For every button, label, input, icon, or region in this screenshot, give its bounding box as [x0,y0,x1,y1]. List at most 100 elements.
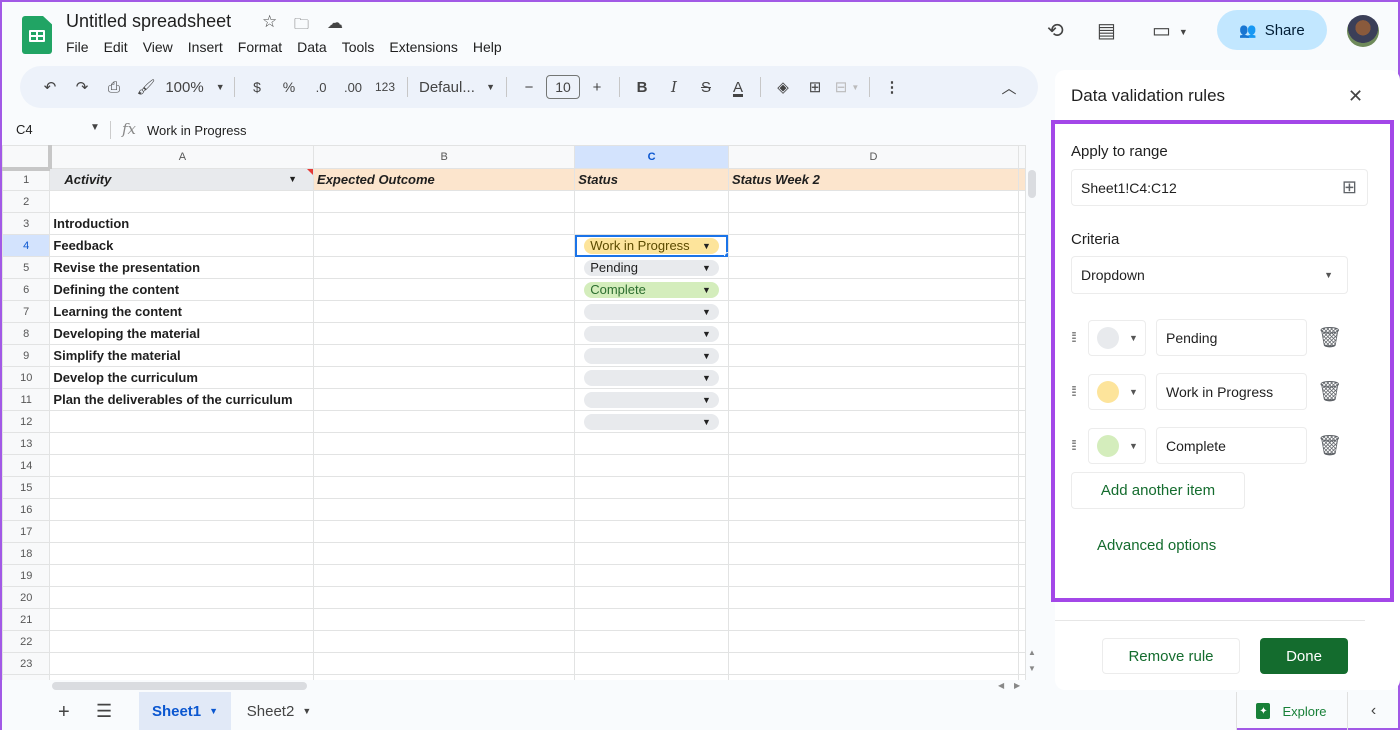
cell[interactable] [574,542,729,565]
header-cell[interactable]: Activity ▼ [49,168,315,191]
cell[interactable] [727,498,1020,521]
cell[interactable] [49,432,315,455]
cell[interactable] [574,454,729,477]
horizontal-scrollbar[interactable] [52,682,307,690]
cell[interactable] [574,498,729,521]
move-folder-icon[interactable]: 🗀 [294,14,309,39]
cell[interactable] [313,498,576,521]
menu-help[interactable]: Help [473,39,502,55]
cell[interactable] [1018,586,1026,609]
row-header[interactable]: 13 [2,432,51,455]
cell[interactable] [313,234,576,257]
select-all-corner[interactable] [2,145,52,171]
cell[interactable] [574,520,729,543]
cell[interactable] [727,212,1020,235]
explore-button[interactable]: ✦ Explore [1236,692,1346,730]
cell[interactable] [727,630,1020,653]
cell[interactable] [1018,432,1026,455]
fill-color-icon[interactable]: ◈ [768,73,798,101]
status-dropdown-chip[interactable]: ▼ [584,391,719,408]
cell[interactable] [1018,278,1026,301]
cell[interactable] [49,498,315,521]
cell[interactable] [313,388,576,411]
add-sheet-button[interactable]: + [58,701,70,724]
cell[interactable] [727,432,1020,455]
menu-tools[interactable]: Tools [342,39,375,55]
cell[interactable] [727,300,1020,323]
column-header-a[interactable]: A [49,145,315,169]
cell[interactable] [313,212,576,235]
delete-icon[interactable]: 🗑 [1317,325,1342,350]
cell[interactable] [49,674,315,680]
item-color-picker[interactable]: ▼ [1088,319,1146,356]
comments-icon[interactable]: ▤ [1097,18,1116,43]
cell[interactable]: ▼ [574,366,729,389]
cell[interactable] [313,454,576,477]
cell[interactable] [313,256,576,279]
cell[interactable] [313,542,576,565]
menu-file[interactable]: File [66,39,89,55]
chevron-down-icon[interactable]: ▼ [302,706,311,716]
cell[interactable] [1018,212,1026,235]
font-size-increase-button[interactable]: + [582,73,612,101]
item-value-input[interactable]: Complete [1156,427,1307,464]
all-sheets-button[interactable]: ☰ [96,701,112,722]
cell[interactable]: ▼ [574,388,729,411]
row-header[interactable]: 4 [2,234,51,257]
status-dropdown-chip[interactable]: Work in Progress ▼ [584,237,719,254]
criteria-select[interactable]: Dropdown ▼ [1071,256,1348,294]
cell[interactable] [727,366,1020,389]
cell[interactable] [49,410,315,433]
more-options-icon[interactable]: ⋮ [877,73,907,101]
row-header[interactable]: 24 [2,674,51,680]
row-header[interactable]: 8 [2,322,51,345]
scroll-right-icon[interactable]: ▶ [1014,681,1020,690]
vertical-scrollbar[interactable] [1028,170,1036,198]
cell[interactable] [1018,234,1026,257]
cell[interactable] [1018,520,1026,543]
cell[interactable] [313,300,576,323]
close-icon[interactable]: ✕ [1348,86,1363,107]
cell[interactable] [49,520,315,543]
cell[interactable] [313,190,576,213]
cell[interactable] [574,564,729,587]
cell[interactable] [1018,410,1026,433]
row-header[interactable]: 21 [2,608,51,631]
cell[interactable] [574,652,729,675]
side-panel-toggle[interactable]: ‹ [1347,692,1399,730]
cell[interactable] [49,476,315,499]
cell[interactable] [574,476,729,499]
remove-rule-button[interactable]: Remove rule [1102,638,1240,674]
cloud-saved-icon[interactable]: ☁ [327,13,343,33]
cell[interactable]: Pending ▼ [574,256,729,279]
cell[interactable] [49,454,315,477]
cell[interactable] [1018,498,1026,521]
cell[interactable] [313,366,576,389]
select-range-icon[interactable]: ⊞ [1342,177,1357,198]
row-header[interactable]: 17 [2,520,51,543]
cell[interactable] [1018,190,1026,213]
increase-decimal-button[interactable]: .00 [338,73,368,101]
header-cell[interactable]: Status [574,168,729,191]
delete-icon[interactable]: 🗑 [1317,379,1342,404]
cell[interactable] [727,190,1020,213]
cell[interactable] [1018,168,1026,191]
cell[interactable] [1018,652,1026,675]
menu-extensions[interactable]: Extensions [389,39,457,55]
cell[interactable] [49,608,315,631]
cell[interactable] [727,410,1020,433]
cell[interactable] [313,322,576,345]
scroll-down-icon[interactable]: ▼ [1028,664,1036,673]
cell[interactable]: Plan the deliverables of the curriculum [49,388,315,411]
sheet-tab-sheet1[interactable]: Sheet1 ▼ [139,692,231,730]
font-size-decrease-button[interactable]: − [514,73,544,101]
cell[interactable] [1018,674,1026,680]
column-header-d[interactable]: D [727,145,1020,169]
cell[interactable] [727,520,1020,543]
italic-button[interactable]: I [659,73,689,101]
status-dropdown-chip[interactable]: ▼ [584,413,719,430]
redo-icon[interactable]: ↷ [67,73,97,101]
row-header[interactable]: 16 [2,498,51,521]
scroll-up-icon[interactable]: ▲ [1028,648,1036,657]
menu-edit[interactable]: Edit [104,39,128,55]
